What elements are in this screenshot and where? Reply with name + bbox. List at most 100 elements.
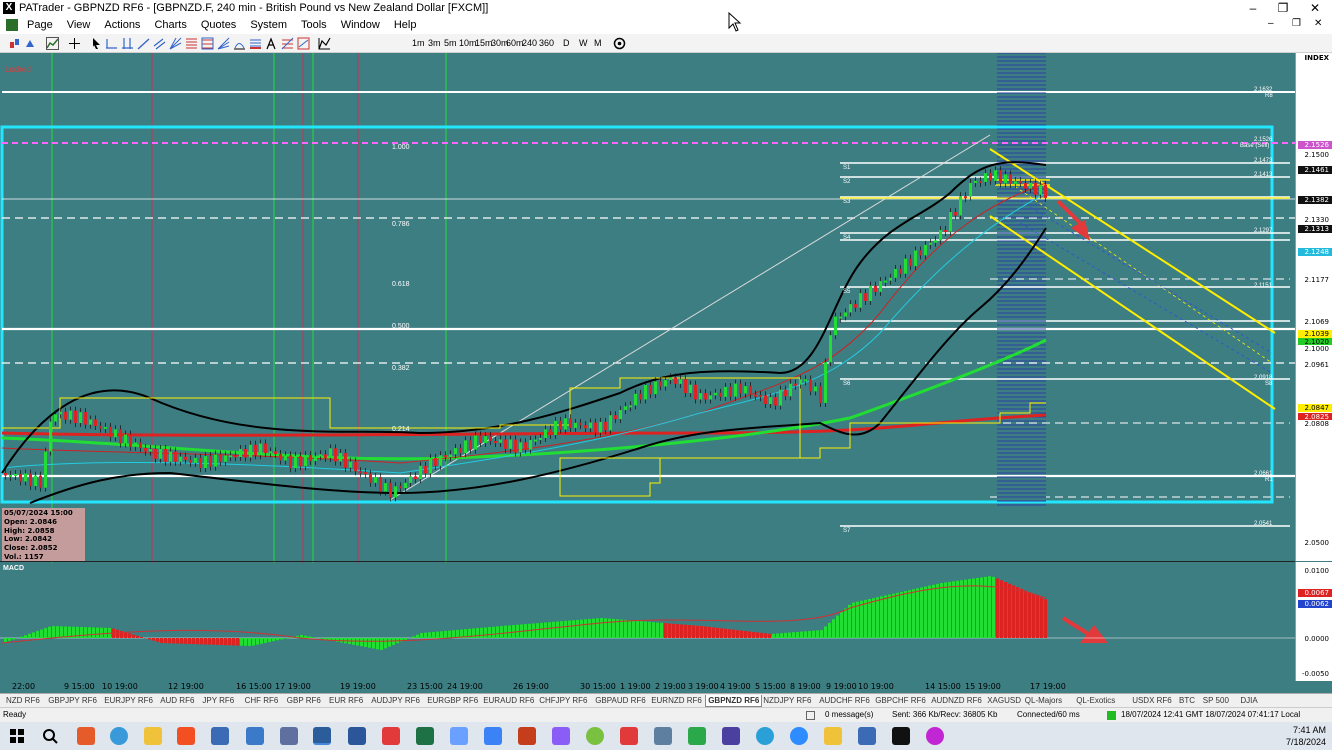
excel-icon[interactable] <box>416 727 434 745</box>
menu-tools[interactable]: Tools <box>294 19 334 31</box>
symbol-tab[interactable]: AUDJPY RF6 <box>369 695 422 707</box>
drawing-pen-icon[interactable] <box>318 37 331 50</box>
symbol-tab[interactable]: CHFJPY RF6 <box>537 695 589 707</box>
symbol-tab[interactable]: BTC <box>1177 695 1197 707</box>
notes-icon[interactable] <box>211 727 229 745</box>
horizontal-line-icon[interactable] <box>105 37 118 50</box>
symbol-tab[interactable]: JPY RF6 <box>200 695 236 707</box>
timeframe-360[interactable]: 360 <box>539 37 554 50</box>
symbol-tab[interactable]: EURJPY RF6 <box>102 695 155 707</box>
brave-icon[interactable] <box>177 727 195 745</box>
file-explorer-icon[interactable] <box>144 727 162 745</box>
app-icon-9[interactable] <box>654 727 672 745</box>
app-icon-1[interactable] <box>77 727 95 745</box>
restore-button[interactable]: ❐ <box>1268 0 1298 16</box>
zoom-icon[interactable] <box>790 727 808 745</box>
symbol-tab[interactable]: NZD RF6 <box>4 695 42 707</box>
telegram-icon[interactable] <box>756 727 774 745</box>
symbol-tab[interactable]: AUD RF6 <box>158 695 196 707</box>
message-icon[interactable] <box>806 711 815 720</box>
close-button[interactable]: ✕ <box>1300 0 1330 16</box>
vertical-line-icon[interactable] <box>121 37 134 50</box>
symbol-tab[interactable]: GBPJPY RF6 <box>46 695 99 707</box>
status-messages[interactable]: 0 message(s) <box>825 710 873 719</box>
symbol-tab[interactable]: EURNZD RF6 <box>649 695 704 707</box>
app-icon-3[interactable] <box>382 727 400 745</box>
timeframe-10m[interactable]: 10m <box>459 37 477 50</box>
menu-window[interactable]: Window <box>334 19 387 31</box>
timeframe-monthly[interactable]: M <box>594 37 602 50</box>
symbol-tab[interactable]: AUDNZD RF6 <box>929 695 984 707</box>
macd-scale[interactable]: 0.0100 0.0067 0.0062 0.0000 -0.0050 <box>1295 562 1332 682</box>
buy-sell-icon[interactable] <box>8 37 21 50</box>
mdi-restore-button[interactable]: ❐ <box>1292 18 1301 29</box>
mdi-minimize-button[interactable]: – <box>1268 18 1274 29</box>
app-icon-7[interactable] <box>586 727 604 745</box>
timeframe-daily[interactable]: D <box>563 37 570 50</box>
symbol-tab[interactable]: GBPNZD RF6 <box>705 695 763 707</box>
timeframe-3m[interactable]: 3m <box>428 37 441 50</box>
symbol-tab[interactable]: NZDJPY RF6 <box>761 695 813 707</box>
calculator-icon[interactable] <box>246 727 264 745</box>
mdi-close-button[interactable]: ✕ <box>1314 18 1322 29</box>
search-icon[interactable] <box>41 727 59 745</box>
trend-line-icon[interactable] <box>137 37 150 50</box>
pitchfork-icon[interactable] <box>169 37 182 50</box>
pointer-icon[interactable] <box>90 37 103 50</box>
symbol-tab[interactable]: GBP RF6 <box>285 695 323 707</box>
system-clock[interactable]: 7:41 AM 7/18/2024 <box>1286 724 1326 748</box>
channel-icon[interactable] <box>153 37 166 50</box>
speed-lines-icon[interactable] <box>281 37 294 50</box>
chart-menu-icon[interactable] <box>6 18 18 31</box>
symbol-tab[interactable]: GBPAUD RF6 <box>593 695 648 707</box>
menu-view[interactable]: View <box>60 19 98 31</box>
tiktok-icon[interactable] <box>892 727 910 745</box>
symbol-tab[interactable]: SP 500 <box>1201 695 1231 707</box>
fib-arc-icon[interactable] <box>233 37 246 50</box>
app-icon-10[interactable] <box>688 727 706 745</box>
symbol-tab[interactable]: DJIA <box>1238 695 1259 707</box>
timeframe-15m[interactable]: 15m <box>475 37 493 50</box>
symbol-tab[interactable]: CHF RF6 <box>243 695 281 707</box>
app-icon-4[interactable] <box>450 727 468 745</box>
crosshair-icon[interactable] <box>68 37 81 50</box>
time-scale[interactable]: 22:00 9 15:00 10 19:00 12 19:00 16 15:00 17 1… <box>0 681 1332 692</box>
menu-page[interactable]: Page <box>20 19 60 31</box>
symbol-tab[interactable]: EURGBP RF6 <box>425 695 480 707</box>
timeframe-240[interactable]: 240 <box>522 37 537 50</box>
gann-icon[interactable] <box>265 37 278 50</box>
chrome-icon[interactable] <box>110 727 128 745</box>
timeframe-5m[interactable]: 5m <box>444 37 457 50</box>
teams-icon[interactable] <box>722 727 740 745</box>
price-scale[interactable]: INDEX 2.1526 2.1500 2.1461 2.1382 2.1330 2.13… <box>1295 53 1332 561</box>
app-icon-6[interactable] <box>552 727 570 745</box>
menu-charts[interactable]: Charts <box>147 19 193 31</box>
price-chart-canvas[interactable]: Locked 1.000 0.786 0.618 0.500 0.382 0.2… <box>0 53 1295 693</box>
minimize-button[interactable]: – <box>1238 0 1268 16</box>
target-icon[interactable] <box>613 37 626 50</box>
trade-arrows-icon[interactable] <box>24 37 37 50</box>
symbol-tab[interactable]: GBPCHF RF6 <box>873 695 928 707</box>
fib-extension-icon[interactable] <box>201 37 214 50</box>
word-icon[interactable] <box>348 727 366 745</box>
windows-start-icon[interactable] <box>8 727 26 745</box>
app-icon-2[interactable] <box>280 727 298 745</box>
menu-actions[interactable]: Actions <box>97 19 147 31</box>
regression-icon[interactable] <box>297 37 310 50</box>
menu-help[interactable]: Help <box>387 19 424 31</box>
symbol-tab[interactable]: EURAUD RF6 <box>481 695 536 707</box>
timeframe-1m[interactable]: 1m <box>412 37 425 50</box>
app-icon-5[interactable] <box>484 727 502 745</box>
profile-icon[interactable] <box>926 727 944 745</box>
fib-retracement-icon[interactable] <box>185 37 198 50</box>
symbol-tab[interactable]: XAGUSD <box>985 695 1023 707</box>
symbol-tab[interactable]: QL-Majors <box>1023 695 1064 707</box>
app-icon-11[interactable] <box>858 727 876 745</box>
timeframe-weekly[interactable]: W <box>579 37 588 50</box>
chart-icon[interactable] <box>46 37 59 50</box>
fib-fan-icon[interactable] <box>217 37 230 50</box>
fib-time-icon[interactable] <box>249 37 262 50</box>
symbol-tab[interactable]: USDX RF6 <box>1130 695 1174 707</box>
symbol-tab[interactable]: EUR RF6 <box>327 695 365 707</box>
timeframe-60m[interactable]: 60m <box>506 37 524 50</box>
